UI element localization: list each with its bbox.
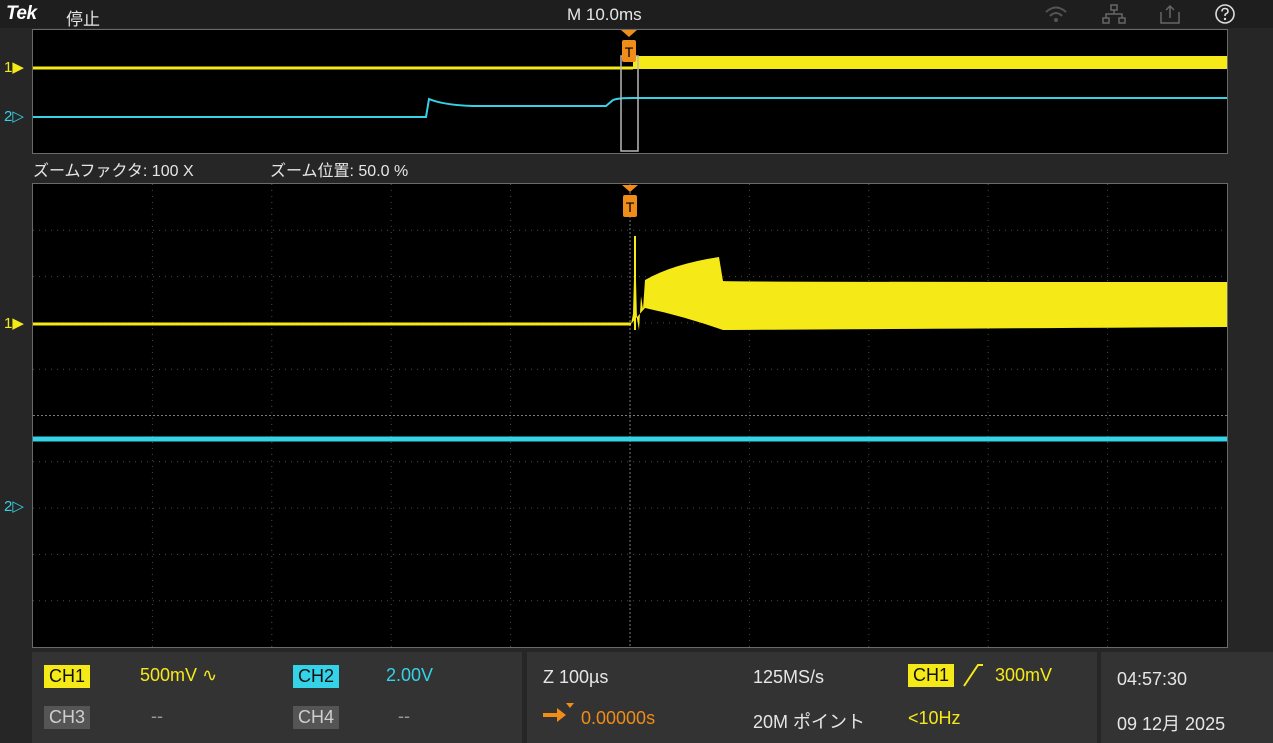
horizontal-position-icon [543, 703, 574, 722]
trigger-overview-marker[interactable]: T [619, 30, 639, 64]
datetime-panel[interactable]: 04:57:30 09 12月 2025 [1101, 652, 1273, 743]
help-icon[interactable] [1213, 3, 1237, 25]
brand-logo: Tek [6, 3, 37, 24]
rising-edge-icon [963, 664, 983, 687]
svg-text:T: T [626, 199, 635, 215]
ch3-badge[interactable]: CH3 [44, 706, 91, 729]
horizontal-trigger-panel: Z 100µs 125MS/s 0.00000s 20M ポイント CH1 30… [527, 652, 1097, 743]
ch1-overview-marker[interactable]: 1▶ [4, 58, 24, 76]
clock-date: 09 12月 2025 [1117, 714, 1226, 734]
acquisition-status[interactable]: 停止 [66, 5, 100, 30]
ch4-scale[interactable]: -- [398, 706, 410, 727]
sample-rate[interactable]: 125MS/s [753, 667, 824, 688]
network-icon[interactable] [1102, 3, 1126, 25]
ch3-scale[interactable]: -- [151, 706, 163, 727]
ch1-zoom-marker[interactable]: 1▶ [4, 314, 24, 332]
clock-time: 04:57:30 [1117, 669, 1188, 689]
ch2-overview-marker[interactable]: 2▷ [4, 107, 24, 125]
zoom-waveform[interactable] [32, 183, 1228, 648]
ch2-zoom-marker[interactable]: 2▷ [4, 497, 24, 515]
ch1-scale[interactable]: 500mV ∿ [140, 665, 217, 686]
export-icon[interactable] [1158, 3, 1182, 25]
ch1-badge[interactable]: CH1 [44, 665, 91, 688]
ch4-badge[interactable]: CH4 [293, 706, 340, 729]
zoom-factor: ズームファクタ: 100 X [33, 163, 194, 180]
trigger-zoom-marker[interactable]: T [620, 185, 640, 219]
zoom-position: ズーム位置: 50.0 % [270, 163, 409, 180]
zoom-scale[interactable]: Z 100µs [543, 667, 608, 688]
trigger-level[interactable]: 300mV [995, 665, 1052, 686]
trigger-frequency: <10Hz [908, 708, 961, 728]
trigger-source-badge[interactable]: CH1 [908, 664, 955, 687]
channel-panel: CH1 500mV ∿ CH2 2.00V CH3 -- CH4 -- [32, 652, 522, 743]
svg-text:T: T [625, 44, 634, 60]
timebase-readout[interactable]: M 10.0ms [567, 5, 642, 25]
record-length[interactable]: 20M ポイント [753, 708, 865, 734]
ac-coupling-icon: ∿ [202, 665, 218, 685]
ch2-badge[interactable]: CH2 [293, 665, 340, 688]
ch2-scale[interactable]: 2.00V [386, 665, 433, 686]
wifi-icon[interactable] [1044, 3, 1068, 25]
top-bar: Tek 停止 M 10.0ms [0, 0, 1273, 30]
horizontal-position[interactable]: 0.00000s [581, 708, 655, 729]
